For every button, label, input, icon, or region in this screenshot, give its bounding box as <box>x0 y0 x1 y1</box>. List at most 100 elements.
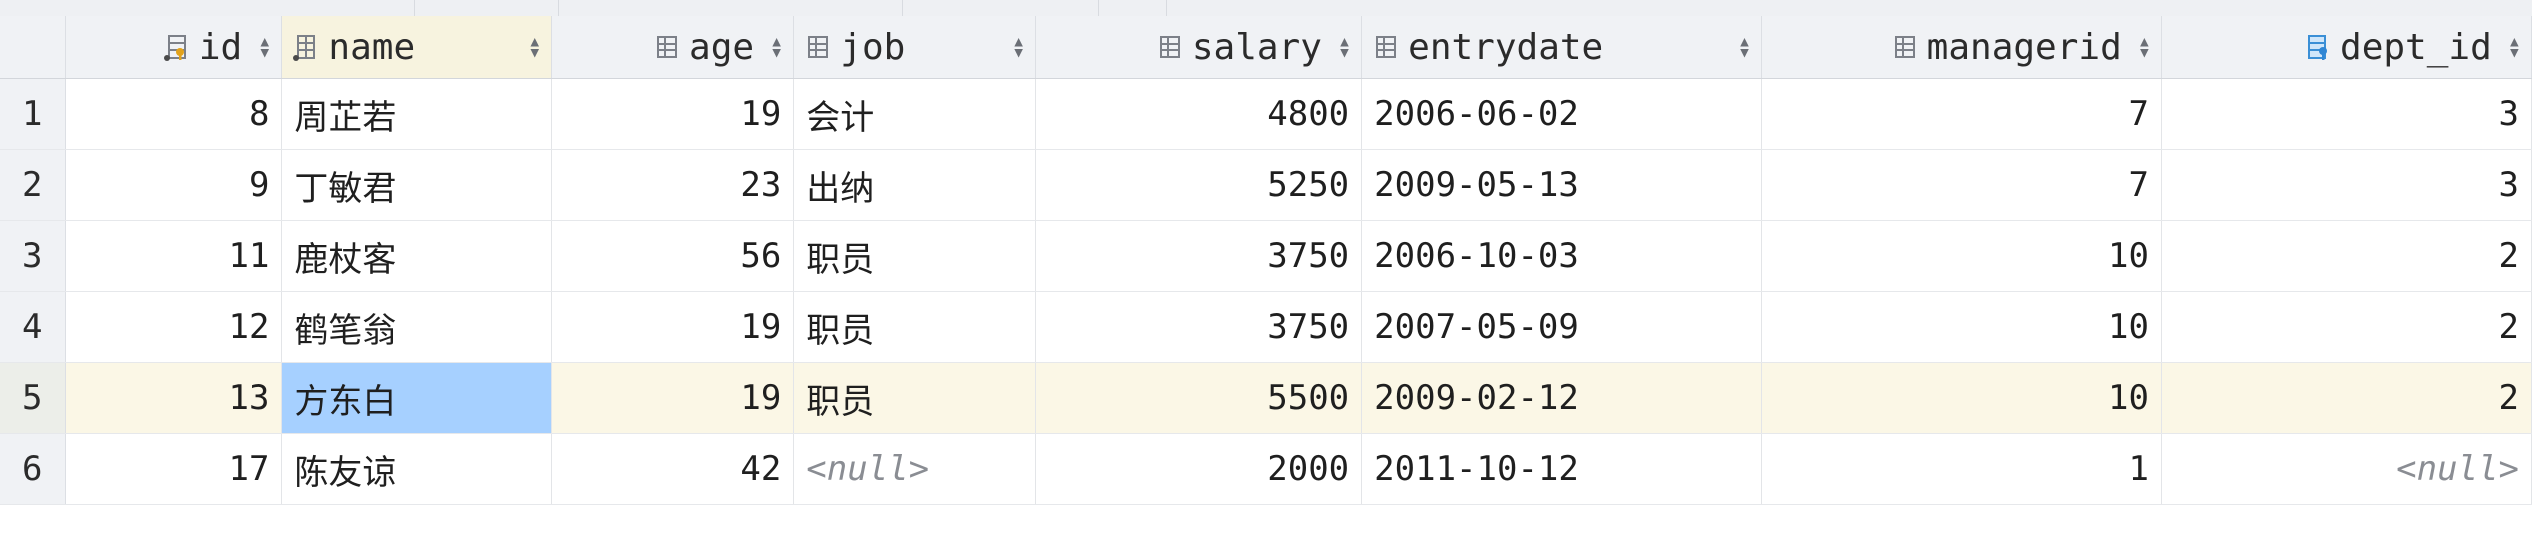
cell-managerid[interactable]: 7 <box>1761 78 2162 150</box>
cell-dept-id[interactable]: 2 <box>2161 291 2532 363</box>
toolbar-segment <box>0 0 415 16</box>
sort-arrows-icon[interactable]: ▴ ▾ <box>2508 31 2521 64</box>
column-header-entrydate[interactable]: entrydate ▴ ▾ <box>1361 16 1763 79</box>
cell-entrydate[interactable]: 2006-06-02 <box>1361 78 1763 150</box>
toolbar-segment <box>558 0 903 16</box>
column-header-age[interactable]: age ▴ ▾ <box>551 16 795 79</box>
sort-arrows-icon[interactable]: ▴ ▾ <box>2138 31 2151 64</box>
cell-age[interactable]: 19 <box>551 78 795 150</box>
column-header-id[interactable]: id ▴ ▾ <box>65 16 283 79</box>
cell-managerid[interactable]: 7 <box>1761 149 2162 221</box>
column-icon <box>1372 33 1400 61</box>
column-header-job[interactable]: job ▴ ▾ <box>793 16 1037 79</box>
grid-body: 1 8 周芷若 19 会计 4800 2006-06-02 7 3 2 9 丁敏君 23 出纳 5250 20… <box>0 78 2532 505</box>
column-header-name[interactable]: name ▴ ▾ <box>281 16 553 79</box>
cell-age[interactable]: 42 <box>551 433 795 505</box>
column-icon <box>1891 33 1919 61</box>
cell-id[interactable]: 11 <box>65 220 283 292</box>
cell-age[interactable]: 19 <box>551 362 795 434</box>
cell-job[interactable]: 出纳 <box>793 149 1037 221</box>
cell-dept-id[interactable]: <null> <box>2161 433 2532 505</box>
cell-managerid[interactable]: 1 <box>1761 433 2162 505</box>
cell-entrydate[interactable]: 2009-05-13 <box>1361 149 1763 221</box>
sort-arrows-icon[interactable]: ▴ ▾ <box>1338 31 1351 64</box>
cell-id[interactable]: 17 <box>65 433 283 505</box>
cell-salary[interactable]: 3750 <box>1035 220 1363 292</box>
cell-id[interactable]: 12 <box>65 291 283 363</box>
cell-name[interactable]: 鹤笔翁 <box>281 291 553 363</box>
cell-salary[interactable]: 2000 <box>1035 433 1363 505</box>
row-number-cell[interactable]: 3 <box>0 220 67 292</box>
cell-entrydate[interactable]: 2007-05-09 <box>1361 291 1763 363</box>
column-label: entrydate <box>1408 26 1604 68</box>
table-row[interactable]: 4 12 鹤笔翁 19 职员 3750 2007-05-09 10 2 <box>0 291 2532 363</box>
column-label: salary <box>1191 26 1322 68</box>
column-label: id <box>198 26 243 68</box>
cell-salary[interactable]: 5500 <box>1035 362 1363 434</box>
cell-dept-id[interactable]: 3 <box>2161 78 2532 150</box>
column-header-salary[interactable]: salary ▴ ▾ <box>1035 16 1363 79</box>
toolbar-strip <box>0 0 2532 17</box>
cell-entrydate[interactable]: 2009-02-12 <box>1361 362 1763 434</box>
cell-dept-id[interactable]: 3 <box>2161 149 2532 221</box>
table-row[interactable]: 6 17 陈友谅 42 <null> 2000 2011-10-12 1 <null> <box>0 433 2532 505</box>
cell-job[interactable]: 会计 <box>793 78 1037 150</box>
sort-arrows-icon[interactable]: ▴ ▾ <box>770 31 783 64</box>
row-number-cell[interactable]: 4 <box>0 291 67 363</box>
column-label: age <box>689 26 755 68</box>
cell-dept-id[interactable]: 2 <box>2161 220 2532 292</box>
row-number-cell[interactable]: 6 <box>0 433 67 505</box>
row-number-cell[interactable]: 2 <box>0 149 67 221</box>
table-row[interactable]: 5 13 方东白 19 职员 5500 2009-02-12 10 2 <box>0 362 2532 434</box>
column-label: job <box>840 26 906 68</box>
table-row[interactable]: 2 9 丁敏君 23 出纳 5250 2009-05-13 7 3 <box>0 149 2532 221</box>
column-icon <box>1156 33 1184 61</box>
primary-key-column-icon <box>163 33 191 61</box>
cell-job[interactable]: 职员 <box>793 220 1037 292</box>
result-grid: id ▴ ▾ name ▴ ▾ age ▴ ▾ job ▴ ▾ salary ▴… <box>0 16 2532 505</box>
cell-job[interactable]: 职员 <box>793 291 1037 363</box>
cell-job[interactable]: 职员 <box>793 362 1037 434</box>
cell-dept-id[interactable]: 2 <box>2161 362 2532 434</box>
column-label: dept_id <box>2340 26 2492 68</box>
sort-arrows-icon[interactable]: ▴ ▾ <box>1738 31 1751 64</box>
table-row[interactable]: 3 11 鹿杖客 56 职员 3750 2006-10-03 10 2 <box>0 220 2532 292</box>
cell-entrydate[interactable]: 2011-10-12 <box>1361 433 1763 505</box>
sort-arrows-icon[interactable]: ▴ ▾ <box>258 31 271 64</box>
toolbar-segment <box>902 0 1099 16</box>
cell-name[interactable]: 鹿杖客 <box>281 220 553 292</box>
column-label: name <box>328 26 416 68</box>
foreign-key-column-icon <box>2304 33 2332 61</box>
cell-id[interactable]: 8 <box>65 78 283 150</box>
column-icon <box>653 33 681 61</box>
cell-id[interactable]: 13 <box>65 362 283 434</box>
row-number-header <box>0 16 67 79</box>
row-number-cell[interactable]: 5 <box>0 362 67 434</box>
table-row[interactable]: 1 8 周芷若 19 会计 4800 2006-06-02 7 3 <box>0 78 2532 150</box>
cell-age[interactable]: 23 <box>551 149 795 221</box>
cell-name[interactable]: 陈友谅 <box>281 433 553 505</box>
cell-managerid[interactable]: 10 <box>1761 362 2162 434</box>
column-label: managerid <box>1926 26 2122 68</box>
column-header-dept-id[interactable]: dept_id ▴ ▾ <box>2161 16 2532 79</box>
sort-arrows-icon[interactable]: ▴ ▾ <box>1012 31 1025 64</box>
cell-salary[interactable]: 5250 <box>1035 149 1363 221</box>
cell-name[interactable]: 丁敏君 <box>281 149 553 221</box>
cell-managerid[interactable]: 10 <box>1761 291 2162 363</box>
cell-managerid[interactable]: 10 <box>1761 220 2162 292</box>
row-number-cell[interactable]: 1 <box>0 78 67 150</box>
header-row: id ▴ ▾ name ▴ ▾ age ▴ ▾ job ▴ ▾ salary ▴… <box>0 16 2532 79</box>
sort-arrows-icon[interactable]: ▴ ▾ <box>528 31 541 64</box>
column-header-managerid[interactable]: managerid ▴ ▾ <box>1761 16 2162 79</box>
cell-name[interactable]: 周芷若 <box>281 78 553 150</box>
cell-name[interactable]: 方东白 <box>281 362 553 434</box>
cell-job[interactable]: <null> <box>793 433 1037 505</box>
cell-age[interactable]: 19 <box>551 291 795 363</box>
cell-age[interactable]: 56 <box>551 220 795 292</box>
toolbar-segment <box>414 0 559 16</box>
indexed-column-icon <box>292 33 320 61</box>
cell-id[interactable]: 9 <box>65 149 283 221</box>
cell-salary[interactable]: 3750 <box>1035 291 1363 363</box>
cell-salary[interactable]: 4800 <box>1035 78 1363 150</box>
cell-entrydate[interactable]: 2006-10-03 <box>1361 220 1763 292</box>
